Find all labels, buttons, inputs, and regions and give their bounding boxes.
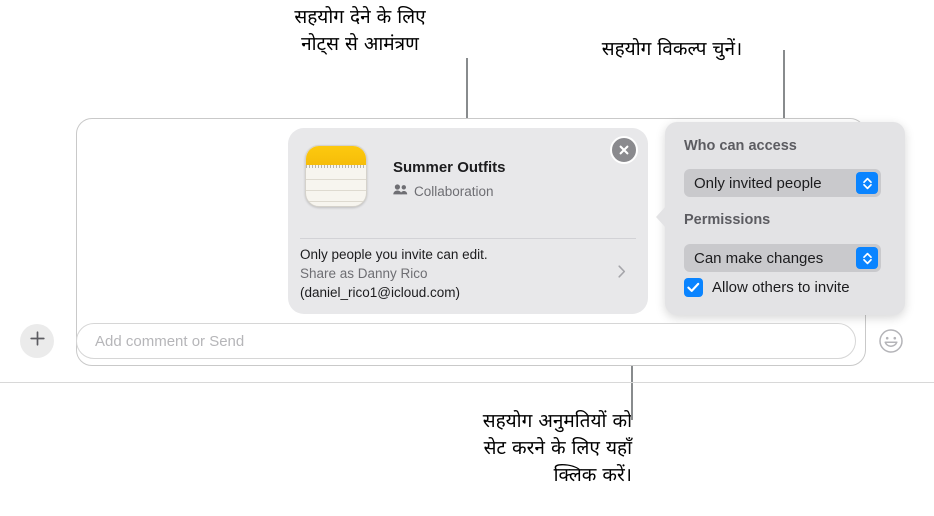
plus-icon bbox=[29, 330, 46, 352]
people-icon bbox=[393, 182, 408, 200]
callout-set-permissions: सहयोग अनुमतियों को सेट करने के लिए यहाँ … bbox=[482, 410, 632, 486]
note-collaboration-row: Collaboration bbox=[393, 182, 494, 200]
callout-invite-from-notes: सहयोग देने के लिए नोट्स से आमंत्रण bbox=[294, 6, 426, 55]
comment-field[interactable] bbox=[76, 323, 856, 360]
notes-icon-rule-2 bbox=[306, 190, 366, 191]
callout-choose-collaboration-option: सहयोग विकल्प चुनें। bbox=[601, 38, 743, 60]
notes-app-icon bbox=[305, 145, 367, 207]
notes-icon-yellow-band bbox=[306, 146, 366, 165]
chevron-right-icon[interactable] bbox=[618, 265, 626, 283]
note-share-as-email: (daniel_rico1@icloud.com) bbox=[300, 285, 461, 300]
who-can-access-value: Only invited people bbox=[694, 174, 822, 192]
allow-others-to-invite-row[interactable]: Allow others to invite bbox=[684, 278, 850, 297]
allow-others-to-invite-checkbox[interactable] bbox=[684, 278, 703, 297]
add-attachment-button[interactable] bbox=[20, 324, 54, 358]
up-down-chevron-icon bbox=[856, 172, 878, 194]
collaboration-options-popover: Who can access Only invited people Permi… bbox=[656, 122, 905, 315]
smiley-face-icon[interactable] bbox=[878, 328, 904, 354]
popover-tail bbox=[656, 206, 666, 228]
up-down-chevron-icon bbox=[856, 247, 878, 269]
close-icon[interactable] bbox=[610, 136, 638, 164]
notes-icon-rule-1 bbox=[306, 179, 366, 180]
note-share-as-name: Share as Danny Rico bbox=[300, 266, 428, 281]
note-card-header: Summer Outfits Collaboration bbox=[288, 128, 648, 236]
who-can-access-label: Who can access bbox=[684, 138, 797, 154]
permissions-label: Permissions bbox=[684, 212, 771, 228]
permissions-value: Can make changes bbox=[694, 249, 824, 267]
who-can-access-popup-button[interactable]: Only invited people bbox=[684, 169, 881, 197]
note-title: Summer Outfits bbox=[393, 159, 506, 176]
note-access-description: Only people you invite can edit. bbox=[300, 247, 488, 262]
allow-others-to-invite-label: Allow others to invite bbox=[712, 279, 850, 296]
note-collaboration-label: Collaboration bbox=[414, 183, 494, 199]
shared-note-card[interactable]: Summer Outfits Collaboration Only people… bbox=[288, 128, 648, 314]
callout-leader-line-options bbox=[783, 50, 785, 122]
window-bottom-divider bbox=[0, 382, 934, 383]
permissions-popup-button[interactable]: Can make changes bbox=[684, 244, 881, 272]
notes-icon-rule-3 bbox=[306, 201, 366, 202]
comment-input[interactable] bbox=[95, 324, 795, 360]
note-sharing-details-row[interactable]: Only people you invite can edit. Share a… bbox=[288, 239, 648, 314]
notes-icon-perforation bbox=[306, 165, 366, 168]
